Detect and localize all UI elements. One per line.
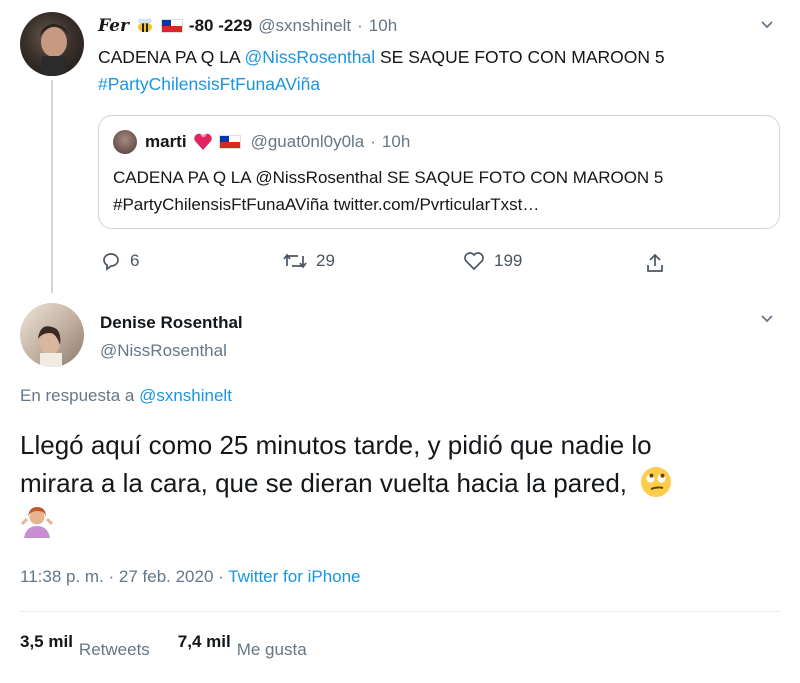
chile-flag-icon [218,135,241,149]
like-count: 199 [494,251,523,270]
tweet1-text: CADENA PA Q LA @NissRosenthal SE SAQUE F… [98,44,778,98]
tweet2-header: Denise Rosenthal @NissRosenthal [100,313,243,361]
heart-icon [464,252,484,271]
like-stat-count[interactable]: 7,4 mil [178,632,231,652]
tweet2-display-name[interactable]: Denise Rosenthal [100,313,243,333]
quoted-tweet[interactable]: marti @guat0nl0y0la · 10h CADENA PA Q LA… [98,115,780,229]
share-icon[interactable] [644,252,666,274]
like-stat-label[interactable]: Me gusta [237,640,307,660]
heart-emoji-icon [193,133,213,151]
quote-text: CADENA PA Q LA @NissRosenthal SE SAQUE F… [113,164,773,218]
reply-button[interactable]: 6 [100,250,139,272]
tweet2-text-line2: mirara a la cara, que se dieran vuelta h… [20,468,628,498]
thread-connector [51,80,53,293]
mention-link[interactable]: @NissRosenthal [245,47,376,67]
reply-count: 6 [130,251,140,270]
tweet1-handle[interactable]: @sxnshinelt [258,16,351,36]
quote-display-name: marti [145,132,187,151]
retweet-count: 29 [316,251,335,270]
eye-roll-emoji-icon [640,466,672,498]
reply-icon [103,253,119,271]
reply-context: En respuesta a @sxnshinelt [20,386,232,406]
tweet1-text-prefix: CADENA PA Q LA [98,47,245,67]
quote-header: marti @guat0nl0y0la · 10h [145,132,411,151]
bee-icon [135,18,155,34]
reply-context-label: En respuesta a [20,386,140,405]
retweet-stat-label[interactable]: Retweets [79,640,150,660]
quote-text-line1: CADENA PA Q LA @NissRosenthal SE SAQUE F… [113,168,664,187]
shrug-emoji-icon [20,504,54,538]
tweet1-name-suffix: -80 -229 [188,16,253,35]
avatar-photo [38,326,62,367]
divider [20,611,780,612]
reply-to-link[interactable]: @sxnshinelt [139,386,232,405]
source-link[interactable]: Twitter for iPhone [228,567,360,586]
tweet1-text-suffix: SE SAQUE FOTO CON MAROON 5 [375,47,665,67]
quote-time: 10h [381,132,411,151]
tweet2-stats: 3,5 mil Retweets 7,4 mil Me gusta [20,632,307,659]
marti-avatar [113,130,137,154]
quote-handle: @guat0nl0y0la [250,132,365,151]
tweet1-time[interactable]: 10h [369,16,397,36]
avatar-photo [40,24,68,76]
tweet2-text: Llegó aquí como 25 minutos tarde, y pidi… [20,426,780,538]
tweet2-text-line1: Llegó aquí como 25 minutos tarde, y pidi… [20,430,652,460]
tweet2-meta: 11:38 p. m. · 27 feb. 2020 · Twitter for… [20,567,361,587]
tweet2-timestamp[interactable]: 11:38 p. m. · 27 feb. 2020 · [20,567,228,586]
tweet1-display-name[interactable]: Fer [98,16,129,36]
like-button[interactable]: 199 [462,250,522,272]
fer-avatar[interactable] [20,12,84,76]
chevron-down-icon[interactable] [760,312,774,326]
retweet-icon [283,253,307,269]
chevron-down-icon[interactable] [760,18,774,32]
hashtag-link[interactable]: #PartyChilensisFtFunaAViña [98,71,778,98]
tweet1-header: Fer -80 -229 @sxnshinelt · 10h [98,16,398,36]
denise-avatar[interactable] [20,303,84,367]
tweet2-handle[interactable]: @NissRosenthal [100,341,243,361]
retweet-stat-count[interactable]: 3,5 mil [20,632,73,652]
chile-flag-icon [160,19,183,33]
retweet-button[interactable]: 29 [282,250,335,272]
quote-text-line2: #PartyChilensisFtFunaAViña twitter.com/P… [113,195,540,214]
